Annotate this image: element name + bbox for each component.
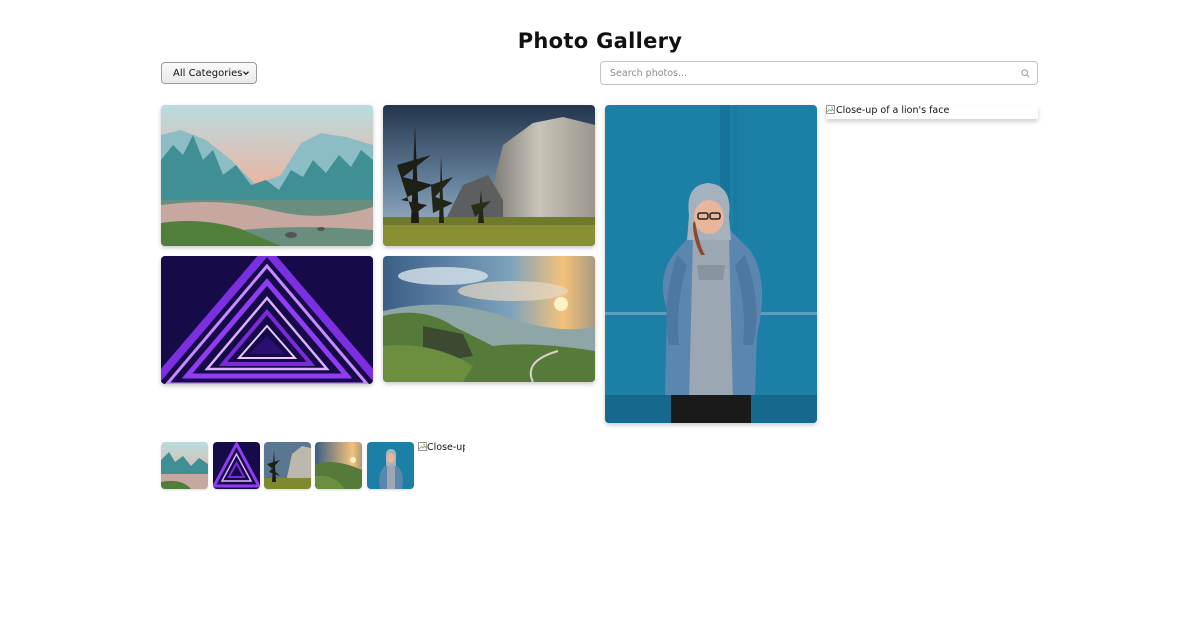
category-select-value: All Categories <box>173 67 243 79</box>
photo-card-sunset[interactable] <box>383 256 595 382</box>
photo-card-portrait[interactable] <box>605 105 817 423</box>
portrait-thumbnail-image <box>367 442 414 489</box>
lion-photo-alt-text: Close-up of a lion's face <box>836 105 950 116</box>
chevron-down-icon <box>243 71 249 76</box>
photo-card-cliff[interactable] <box>383 105 595 246</box>
neon-photo <box>161 256 373 384</box>
neon-thumbnail-image <box>213 442 260 489</box>
broken-image-icon <box>418 442 427 451</box>
valley-photo <box>161 105 373 246</box>
valley-thumbnail-image <box>161 442 208 489</box>
portrait-photo <box>605 105 817 423</box>
page-title: Photo Gallery <box>517 29 683 54</box>
photo-card-lion[interactable]: Close-up of a lion's face <box>826 105 1038 119</box>
photo-card-valley[interactable] <box>161 105 373 246</box>
sunset-thumbnail-image <box>315 442 362 489</box>
thumbnail-valley[interactable] <box>161 442 208 489</box>
thumbnail-sunset[interactable] <box>315 442 362 489</box>
category-select[interactable]: All Categories <box>161 62 257 84</box>
thumbnail-cliff[interactable] <box>264 442 311 489</box>
thumbnail-lion[interactable]: Close-up of a lion's face <box>418 442 465 456</box>
search-input[interactable] <box>610 66 1010 80</box>
cliff-thumbnail-image <box>264 442 311 489</box>
thumbnail-neon[interactable] <box>213 442 260 489</box>
sunset-photo <box>383 256 595 382</box>
photo-card-neon[interactable] <box>161 256 373 384</box>
cliff-photo <box>383 105 595 246</box>
thumbnail-portrait[interactable] <box>367 442 414 489</box>
search-icon <box>1021 69 1030 78</box>
broken-image-icon <box>826 105 835 114</box>
lion-thumbnail-alt-text: Close-up of a lion's face <box>427 442 465 453</box>
search-box[interactable] <box>600 61 1038 85</box>
